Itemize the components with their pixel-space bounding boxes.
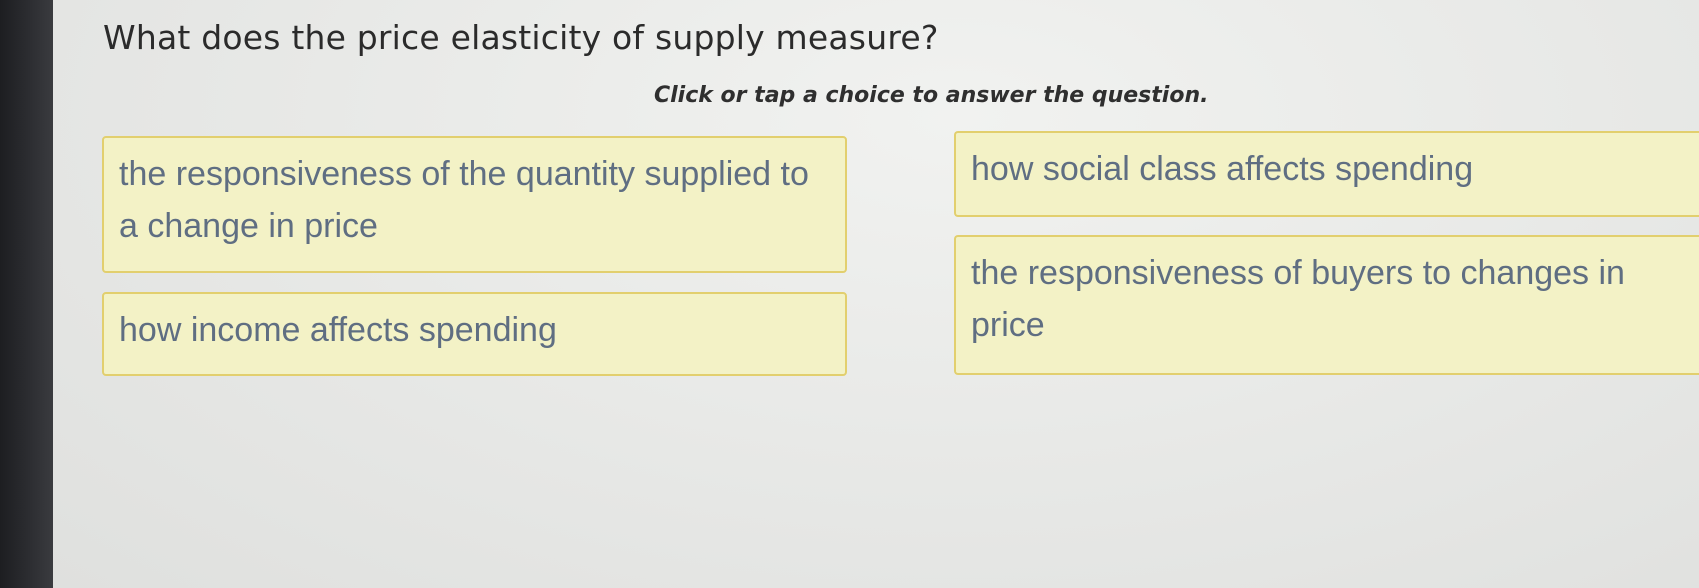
- device-bezel: [0, 0, 53, 588]
- instruction-text: Click or tap a choice to answer the ques…: [654, 83, 1209, 108]
- answer-choice-income[interactable]: how income affects spending: [102, 292, 847, 376]
- answer-choice-buyers[interactable]: the responsiveness of buyers to changes …: [954, 235, 1699, 375]
- question-text: What does the price elasticity of supply…: [103, 18, 939, 57]
- answer-choice-quantity-supplied[interactable]: the responsiveness of the quantity suppl…: [102, 136, 847, 273]
- answer-choice-social-class[interactable]: how social class affects spending: [954, 131, 1699, 217]
